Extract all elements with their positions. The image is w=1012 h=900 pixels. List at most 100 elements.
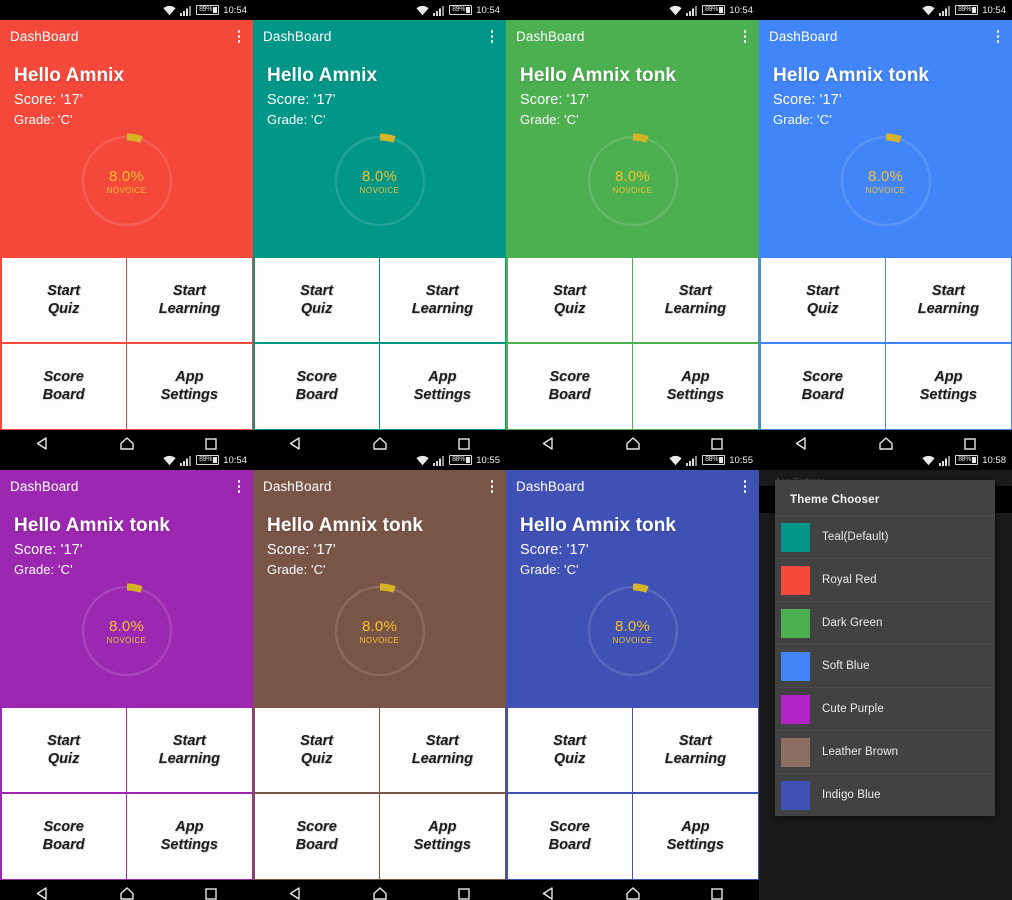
recents-icon[interactable] xyxy=(710,887,724,900)
theme-option-royal-red[interactable]: Royal Red xyxy=(775,558,995,601)
home-icon[interactable] xyxy=(625,436,641,450)
greeting-text: Hello Amnix tonk xyxy=(520,515,677,536)
start-quiz-button[interactable]: Start Quiz xyxy=(1,707,126,793)
back-icon[interactable] xyxy=(541,886,556,900)
home-icon[interactable] xyxy=(372,886,388,900)
app-settings-button[interactable]: App Settings xyxy=(633,793,758,879)
app-settings-button[interactable]: App Settings xyxy=(380,343,505,429)
app-settings-button[interactable]: App Settings xyxy=(380,793,505,879)
gauge-percent-text: 8.0% xyxy=(362,617,397,635)
start-quiz-label-line2: Quiz xyxy=(300,750,333,767)
start-learning-button[interactable]: Start Learning xyxy=(633,257,758,343)
theme-option-indigo-blue[interactable]: Indigo Blue xyxy=(775,773,995,816)
recents-icon[interactable] xyxy=(457,437,471,451)
recents-icon[interactable] xyxy=(963,437,977,451)
score-board-button[interactable]: Score Board xyxy=(254,793,379,879)
gauge-container: 8.0% NOVOICE xyxy=(253,583,506,679)
app-settings-button[interactable]: App Settings xyxy=(633,343,758,429)
overflow-menu-icon[interactable] xyxy=(741,476,750,497)
start-quiz-button[interactable]: Start Quiz xyxy=(254,707,379,793)
back-icon[interactable] xyxy=(794,436,809,450)
back-icon[interactable] xyxy=(35,436,50,450)
app-bar-title: DashBoard xyxy=(263,29,332,44)
status-bar: 89% 10:54 xyxy=(506,0,759,20)
status-bar-clock: 10:58 xyxy=(982,454,1006,466)
start-quiz-label-line1: Start xyxy=(553,282,587,299)
app-bar-title: DashBoard xyxy=(10,29,79,44)
score-board-label-line1: Score xyxy=(296,819,337,835)
theme-option-leather-brown[interactable]: Leather Brown xyxy=(775,730,995,773)
recents-icon[interactable] xyxy=(204,437,218,451)
app-settings-label-line1: App xyxy=(681,819,710,835)
theme-color-swatch xyxy=(781,565,810,595)
home-icon[interactable] xyxy=(625,886,641,900)
theme-chooser-title: Theme Chooser xyxy=(790,494,880,506)
theme-option-teal-default[interactable]: Teal(Default) xyxy=(775,515,995,558)
score-board-button[interactable]: Score Board xyxy=(507,343,632,429)
home-icon[interactable] xyxy=(372,436,388,450)
battery-tip xyxy=(972,7,977,13)
app-settings-button[interactable]: App Settings xyxy=(127,793,252,879)
start-quiz-button[interactable]: Start Quiz xyxy=(1,257,126,343)
battery-tip xyxy=(466,457,471,463)
hero-section: Hello Amnix tonk Score: '17' Grade: 'C' 8.0… xyxy=(506,53,759,256)
overflow-menu-icon[interactable] xyxy=(488,476,497,497)
overflow-menu-icon[interactable] xyxy=(994,26,1003,47)
score-board-button[interactable]: Score Board xyxy=(760,343,885,429)
cellular-signal-icon xyxy=(433,455,445,466)
start-learning-button[interactable]: Start Learning xyxy=(633,707,758,793)
overflow-menu-icon[interactable] xyxy=(235,476,244,497)
start-learning-button[interactable]: Start Learning xyxy=(127,257,252,343)
recents-icon[interactable] xyxy=(204,887,218,900)
battery-percent: 88% xyxy=(705,456,719,463)
start-learning-button[interactable]: Start Learning xyxy=(380,707,505,793)
hero-section: Hello Amnix Score: '17' Grade: 'C' 8.0% NOVO… xyxy=(253,53,506,256)
score-board-label-line2: Board xyxy=(295,387,338,404)
overflow-menu-icon[interactable] xyxy=(488,26,497,47)
overflow-menu-icon[interactable] xyxy=(235,26,244,47)
start-learning-button[interactable]: Start Learning xyxy=(127,707,252,793)
theme-option-soft-blue[interactable]: Soft Blue xyxy=(775,644,995,687)
theme-option-dark-green[interactable]: Dark Green xyxy=(775,601,995,644)
start-learning-label-line2: Learning xyxy=(158,750,220,767)
app-bar: DashBoard xyxy=(253,20,506,53)
start-quiz-button[interactable]: Start Quiz xyxy=(760,257,885,343)
score-board-button[interactable]: Score Board xyxy=(1,793,126,879)
theme-option-cute-purple[interactable]: Cute Purple xyxy=(775,687,995,730)
back-icon[interactable] xyxy=(35,886,50,900)
recents-icon[interactable] xyxy=(457,887,471,900)
battery-percent: 89% xyxy=(199,6,213,13)
score-board-button[interactable]: Score Board xyxy=(254,343,379,429)
score-board-button[interactable]: Score Board xyxy=(1,343,126,429)
app-settings-button[interactable]: App Settings xyxy=(886,343,1011,429)
hero-section: Hello Amnix tonk Score: '17' Grade: 'C' 8.0… xyxy=(506,503,759,706)
start-learning-button[interactable]: Start Learning xyxy=(886,257,1011,343)
start-learning-label-line1: Start xyxy=(172,732,206,749)
home-icon[interactable] xyxy=(119,436,135,450)
start-quiz-button[interactable]: Start Quiz xyxy=(507,707,632,793)
home-icon[interactable] xyxy=(119,886,135,900)
start-learning-label-line2: Learning xyxy=(411,750,473,767)
app-bar-title: DashBoard xyxy=(769,29,838,44)
start-learning-button[interactable]: Start Learning xyxy=(380,257,505,343)
wifi-icon xyxy=(669,455,682,465)
start-quiz-button[interactable]: Start Quiz xyxy=(507,257,632,343)
home-icon[interactable] xyxy=(878,436,894,450)
back-icon[interactable] xyxy=(288,436,303,450)
gauge-percent-text: 8.0% xyxy=(868,167,903,185)
app-settings-button[interactable]: App Settings xyxy=(127,343,252,429)
cellular-signal-icon xyxy=(686,5,698,16)
start-quiz-button[interactable]: Start Quiz xyxy=(254,257,379,343)
screenshot-collage: 89% 10:54 DashBoard Hello Amnix Score: '17' G… xyxy=(0,0,1012,900)
start-quiz-label-line2: Quiz xyxy=(47,750,80,767)
back-icon[interactable] xyxy=(541,436,556,450)
recents-icon[interactable] xyxy=(710,437,724,451)
app-settings-label-line1: App xyxy=(175,369,204,385)
overflow-menu-icon[interactable] xyxy=(741,26,750,47)
back-icon[interactable] xyxy=(288,886,303,900)
wifi-icon xyxy=(669,5,682,15)
battery-percent: 89% xyxy=(958,6,972,13)
app-settings-label-line2: Settings xyxy=(666,837,724,854)
score-board-button[interactable]: Score Board xyxy=(507,793,632,879)
battery-tip xyxy=(213,7,218,13)
